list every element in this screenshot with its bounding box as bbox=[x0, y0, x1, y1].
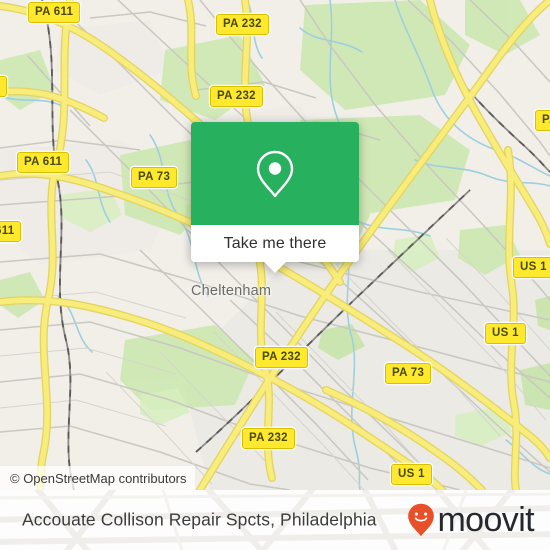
road-shield: US 1 bbox=[485, 323, 526, 344]
footer-bar: Accouate Collison Repair Spcts, Philadel… bbox=[0, 490, 550, 550]
road-shield: 611 bbox=[0, 221, 22, 242]
moovit-wordmark: moovit bbox=[437, 501, 534, 539]
road-shield: PA 232 bbox=[216, 14, 269, 35]
moovit-pin-icon bbox=[408, 503, 435, 537]
place-title: Accouate Collison Repair Spcts, Philadel… bbox=[22, 509, 377, 530]
moovit-logo[interactable]: moovit bbox=[407, 501, 535, 539]
map-pin-icon bbox=[256, 150, 294, 197]
road-shield: PA 232 bbox=[242, 428, 295, 449]
road-shield: US 1 bbox=[391, 464, 432, 485]
map-screenshot: Cheltenham PA 611 PA 232 PA 232 PA 611 P… bbox=[0, 0, 550, 550]
callout-pin-panel bbox=[191, 122, 359, 225]
road-shield: PA 611 bbox=[17, 152, 70, 173]
road-shield: PA bbox=[535, 110, 550, 131]
take-me-there-label: Take me there bbox=[223, 234, 327, 252]
callout-action-bar[interactable]: Take me there bbox=[191, 225, 359, 273]
road-shield: PA 232 bbox=[255, 347, 308, 368]
callout-tail bbox=[264, 262, 286, 273]
road-shield: PA 611 bbox=[28, 2, 81, 23]
map-attribution: © OpenStreetMap contributors bbox=[0, 466, 195, 490]
road-shield: PA 73 bbox=[385, 363, 432, 384]
road-shield: PA 73 bbox=[131, 167, 178, 188]
take-me-there-callout[interactable]: Take me there bbox=[191, 122, 359, 273]
road-shield: US 1 bbox=[513, 257, 550, 278]
road-shield: 3 bbox=[0, 76, 7, 97]
road-shield: PA 232 bbox=[210, 86, 263, 107]
